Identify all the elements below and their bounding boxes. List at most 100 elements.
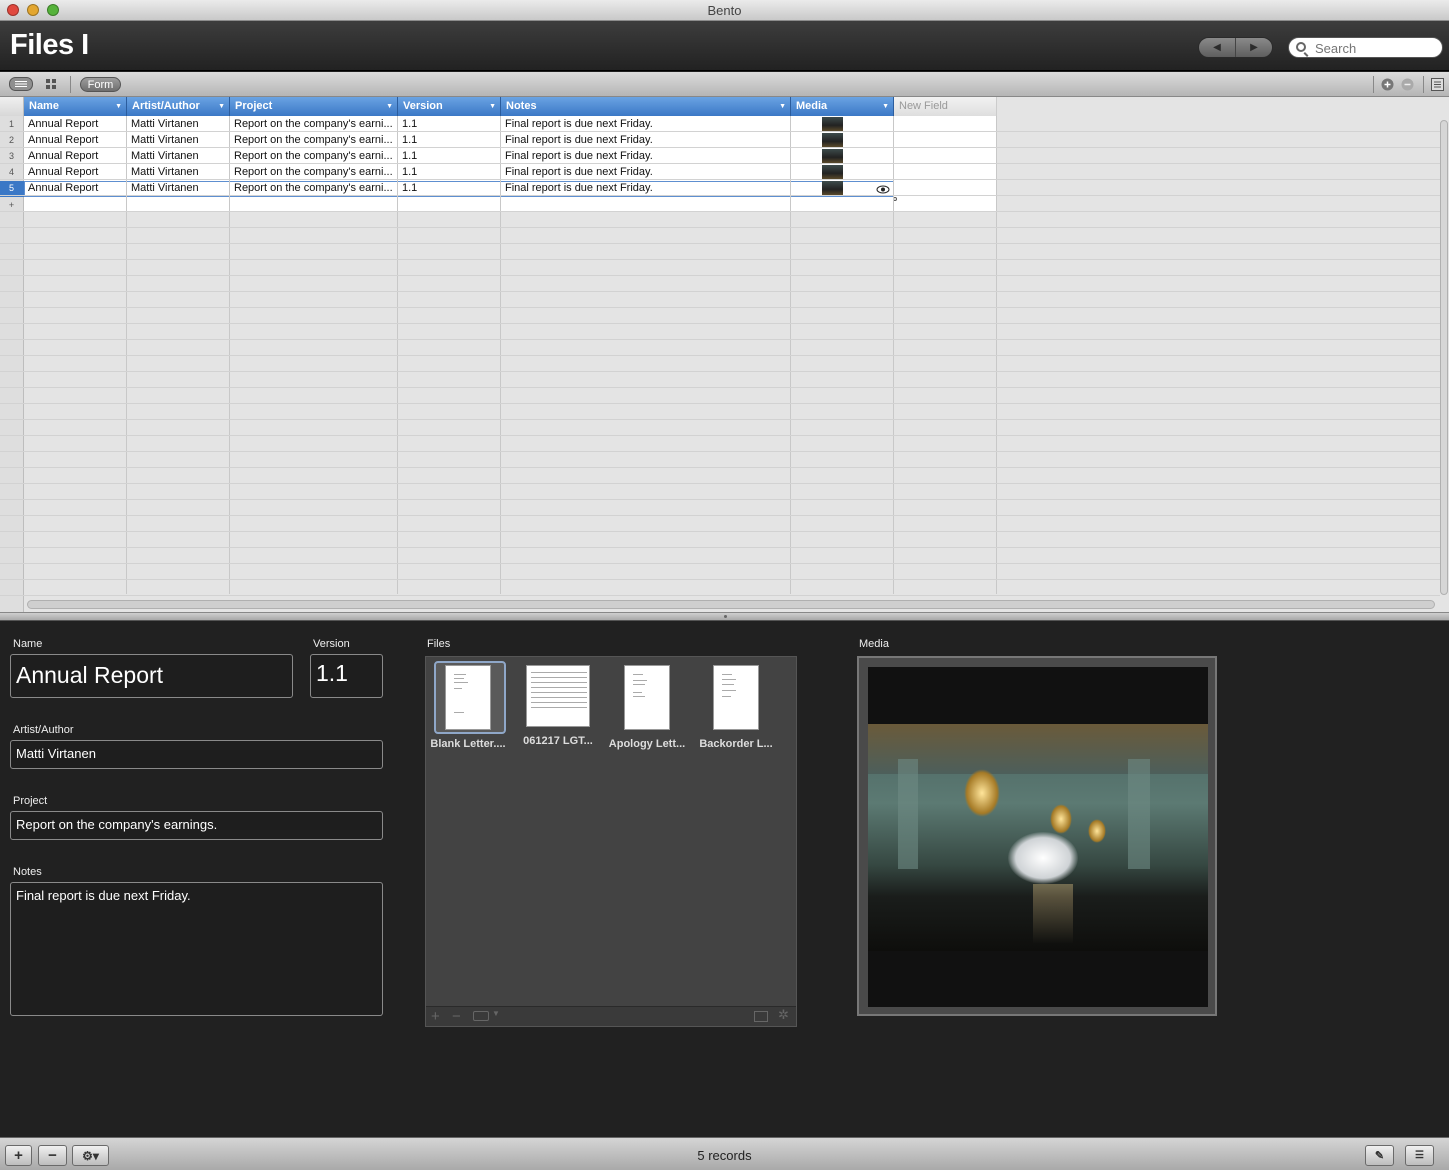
row-divider bbox=[0, 243, 1440, 244]
notes-field[interactable]: Final report is due next Friday. bbox=[10, 882, 383, 1016]
author-field[interactable]: Matti Virtanen bbox=[10, 740, 383, 769]
new-field-header[interactable]: New Field bbox=[894, 97, 997, 116]
cell-version[interactable]: 1.1 bbox=[398, 164, 500, 180]
media-field[interactable] bbox=[857, 656, 1217, 1016]
column-header-label: Project bbox=[235, 100, 273, 112]
search-field[interactable] bbox=[1288, 37, 1443, 58]
media-thumbnail[interactable] bbox=[822, 165, 843, 179]
row-divider bbox=[0, 275, 1440, 276]
horizontal-scrollbar[interactable] bbox=[27, 600, 1435, 609]
column-menu-arrow-icon[interactable]: ▼ bbox=[115, 97, 122, 116]
pencil-icon: ✎ bbox=[1374, 1150, 1385, 1162]
media-thumbnail[interactable] bbox=[822, 149, 843, 163]
cell-project[interactable]: Report on the company's earni... bbox=[230, 180, 397, 196]
row-divider bbox=[0, 435, 1440, 436]
cell-version[interactable]: 1.1 bbox=[398, 148, 500, 164]
cell-author[interactable]: Matti Virtanen bbox=[127, 180, 229, 196]
search-input[interactable] bbox=[1315, 40, 1435, 56]
cell-notes[interactable]: Final report is due next Friday. bbox=[501, 116, 790, 132]
left-arrow-icon: ◀ bbox=[1213, 42, 1221, 53]
column-header-media[interactable]: Media ▼ bbox=[791, 97, 894, 116]
cell-name[interactable]: Annual Report bbox=[24, 180, 126, 196]
cell-project[interactable]: Report on the company's earni... bbox=[230, 132, 397, 148]
name-label: Name bbox=[13, 638, 43, 650]
row-divider bbox=[0, 595, 1440, 596]
row-number[interactable]: 2 bbox=[0, 132, 23, 148]
document-thumbnail bbox=[713, 665, 759, 730]
status-bar: + − ⚙▾ 5 records ✎ ☰ bbox=[0, 1137, 1449, 1170]
row-number[interactable]: 1 bbox=[0, 116, 23, 132]
media-thumbnail[interactable] bbox=[822, 117, 843, 131]
row-divider bbox=[0, 419, 1440, 420]
row-divider bbox=[0, 467, 1440, 468]
cell-project[interactable]: Report on the company's earni... bbox=[230, 116, 397, 132]
cell-name[interactable]: Annual Report bbox=[24, 148, 126, 164]
row-divider bbox=[0, 291, 1440, 292]
cell-project[interactable]: Report on the company's earni... bbox=[230, 164, 397, 180]
column-header-name[interactable]: Name ▼ bbox=[24, 97, 127, 116]
column-header-author[interactable]: Artist/Author ▼ bbox=[127, 97, 230, 116]
chevron-down-icon[interactable]: ▼ bbox=[492, 1009, 500, 1018]
table-view-icon[interactable] bbox=[9, 77, 33, 91]
files-toolbar: + − ▼ ✲ bbox=[426, 1006, 796, 1026]
column-header-project[interactable]: Project ▼ bbox=[230, 97, 398, 116]
cell-author[interactable]: Matti Virtanen bbox=[127, 132, 229, 148]
row-number[interactable]: 3 bbox=[0, 148, 23, 164]
file-item[interactable]: Blank Letter.... bbox=[427, 661, 509, 750]
right-arrow-icon: ▶ bbox=[1250, 42, 1258, 53]
cell-author[interactable]: Matti Virtanen bbox=[127, 148, 229, 164]
column-header-label: Notes bbox=[506, 100, 537, 112]
row-divider bbox=[0, 403, 1440, 404]
document-thumbnail bbox=[445, 665, 491, 730]
library-header: Files I ◀ ▶ bbox=[0, 21, 1449, 71]
version-field[interactable]: 1.1 bbox=[310, 654, 383, 698]
cell-version[interactable]: 1.1 bbox=[398, 132, 500, 148]
cell-author[interactable]: Matti Virtanen bbox=[127, 116, 229, 132]
row-number[interactable]: 4 bbox=[0, 164, 23, 180]
split-view-divider[interactable] bbox=[0, 612, 1449, 621]
camera-icon[interactable] bbox=[473, 1011, 489, 1021]
cell-notes[interactable]: Final report is due next Friday. bbox=[501, 148, 790, 164]
add-form-icon[interactable] bbox=[1381, 78, 1394, 92]
column-menu-arrow-icon[interactable]: ▼ bbox=[218, 97, 225, 116]
row-number[interactable]: 5 bbox=[0, 180, 23, 196]
name-field[interactable]: Annual Report bbox=[10, 654, 293, 698]
project-field[interactable]: Report on the company's earnings. bbox=[10, 811, 383, 840]
list-view-icon[interactable] bbox=[754, 1011, 768, 1022]
column-header-version[interactable]: Version ▼ bbox=[398, 97, 501, 116]
file-item[interactable]: 061217 LGT... bbox=[517, 665, 599, 747]
cell-name[interactable]: Annual Report bbox=[24, 164, 126, 180]
cell-notes[interactable]: Final report is due next Friday. bbox=[501, 164, 790, 180]
cell-name[interactable]: Annual Report bbox=[24, 116, 126, 132]
edit-form-button[interactable]: ✎ bbox=[1365, 1145, 1394, 1166]
cell-notes[interactable]: Final report is due next Friday. bbox=[501, 132, 790, 148]
column-menu-arrow-icon[interactable]: ▼ bbox=[779, 97, 786, 116]
show-fields-button[interactable]: ☰ bbox=[1405, 1145, 1434, 1166]
column-menu-arrow-icon[interactable]: ▼ bbox=[386, 97, 393, 116]
cell-author[interactable]: Matti Virtanen bbox=[127, 164, 229, 180]
column-menu-arrow-icon[interactable]: ▼ bbox=[882, 97, 889, 116]
gear-icon[interactable]: ✲ bbox=[778, 1007, 789, 1023]
previous-record-button[interactable]: ◀ bbox=[1199, 38, 1235, 57]
cell-project[interactable]: Report on the company's earni... bbox=[230, 148, 397, 164]
cell-version[interactable]: 1.1 bbox=[398, 116, 500, 132]
cell-notes[interactable]: Final report is due next Friday. bbox=[501, 180, 790, 196]
column-header-notes[interactable]: Notes ▼ bbox=[501, 97, 791, 116]
fields-list-icon[interactable] bbox=[1431, 78, 1444, 92]
remove-form-icon[interactable] bbox=[1401, 78, 1414, 92]
media-thumbnail[interactable] bbox=[822, 133, 843, 147]
add-file-icon[interactable]: + bbox=[431, 1008, 440, 1025]
media-thumbnail[interactable] bbox=[822, 181, 843, 195]
cell-name[interactable]: Annual Report bbox=[24, 132, 126, 148]
form-view-button[interactable]: Form bbox=[80, 77, 121, 92]
grid-view-icon[interactable] bbox=[45, 77, 58, 91]
file-item[interactable]: Apology Lett... bbox=[606, 665, 688, 750]
records-table: + Name ▼ Artist/Author ▼ Project ▼ Version ▼ Not… bbox=[0, 97, 1449, 612]
column-menu-arrow-icon[interactable]: ▼ bbox=[489, 97, 496, 116]
file-item[interactable]: Backorder L... bbox=[695, 665, 777, 750]
quick-look-eye-icon[interactable] bbox=[876, 185, 890, 194]
vertical-scrollbar[interactable] bbox=[1440, 120, 1448, 595]
next-record-button[interactable]: ▶ bbox=[1235, 38, 1272, 57]
remove-file-icon[interactable]: − bbox=[452, 1008, 461, 1025]
cell-version[interactable]: 1.1 bbox=[398, 180, 500, 196]
